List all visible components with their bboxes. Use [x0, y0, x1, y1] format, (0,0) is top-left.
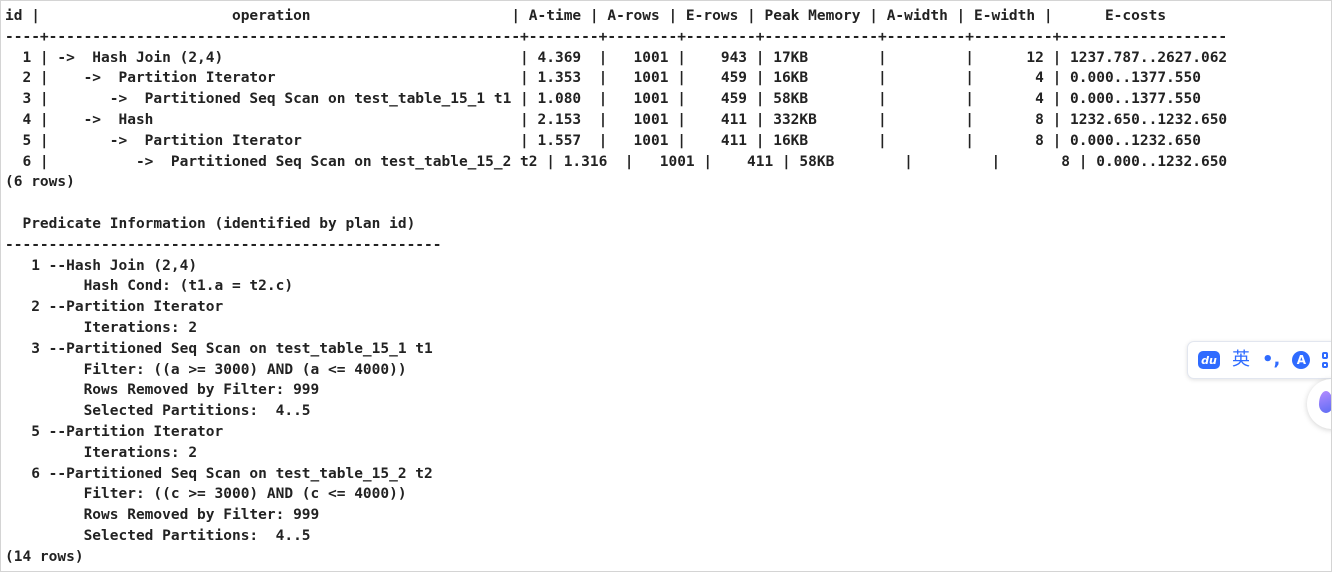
- predicate-line: 6 --Partitioned Seq Scan on test_table_1…: [5, 465, 433, 482]
- plan-row: 3 | -> Partitioned Seq Scan on test_tabl…: [5, 91, 1201, 108]
- predicate-line: Iterations: 2: [5, 444, 198, 461]
- predicate-line: Filter: ((a >= 3000) AND (a <= 4000)): [5, 361, 407, 378]
- predicate-line: Rows Removed by Filter: 999: [5, 382, 320, 399]
- predicate-line: 5 --Partition Iterator: [5, 423, 224, 440]
- baidu-ime-logo-icon[interactable]: du: [1198, 351, 1220, 369]
- ime-language-toggle[interactable]: 英: [1232, 351, 1250, 369]
- predicate-line: 3 --Partitioned Seq Scan on test_table_1…: [5, 340, 433, 357]
- plan-row-count: (6 rows): [5, 174, 75, 191]
- ime-font-icon[interactable]: A: [1292, 351, 1311, 369]
- predicate-line: Rows Removed by Filter: 999: [5, 507, 320, 524]
- plan-header: id | operation | A-time | A-rows | E-row…: [5, 8, 1167, 24]
- predicate-line: Iterations: 2: [5, 319, 198, 336]
- predicate-line: 1 --Hash Join (2,4): [5, 257, 198, 274]
- terminal-window: id | operation | A-time | A-rows | E-row…: [0, 0, 1332, 572]
- predicate-row-count: (14 rows): [5, 548, 84, 565]
- predicate-title: Predicate Information (identified by pla…: [5, 215, 416, 232]
- predicate-line: Hash Cond: (t1.a = t2.c): [5, 278, 294, 295]
- predicate-separator: ----------------------------------------…: [5, 236, 442, 253]
- plan-row: 2 | -> Partition Iterator | 1.353 | 1001…: [5, 70, 1201, 87]
- predicate-line: Selected Partitions: 4..5: [5, 403, 311, 420]
- plan-row: 4 | -> Hash | 2.153 | 1001 | 411 | 332KB…: [5, 111, 1228, 128]
- plan-row: 5 | -> Partition Iterator | 1.557 | 1001…: [5, 132, 1201, 149]
- skin-grid-icon[interactable]: [1322, 352, 1331, 368]
- assistant-drop-icon: [1319, 391, 1331, 413]
- predicate-line: Selected Partitions: 4..5: [5, 527, 311, 544]
- ime-toolbar[interactable]: du 英 •, A: [1187, 341, 1331, 379]
- plan-separator: ----+-----------------------------------…: [5, 28, 1228, 45]
- predicate-line: Filter: ((c >= 3000) AND (c <= 4000)): [5, 486, 407, 503]
- terminal-output: id | operation | A-time | A-rows | E-row…: [5, 6, 1227, 568]
- ime-punctuation-toggle[interactable]: •,: [1262, 351, 1280, 369]
- floating-assistant-ball[interactable]: [1307, 379, 1331, 429]
- plan-row: 6 | -> Partitioned Seq Scan on test_tabl…: [5, 153, 1228, 170]
- predicate-line: 2 --Partition Iterator: [5, 299, 224, 316]
- plan-row: 1 | -> Hash Join (2,4) | 4.369 | 1001 | …: [5, 49, 1228, 66]
